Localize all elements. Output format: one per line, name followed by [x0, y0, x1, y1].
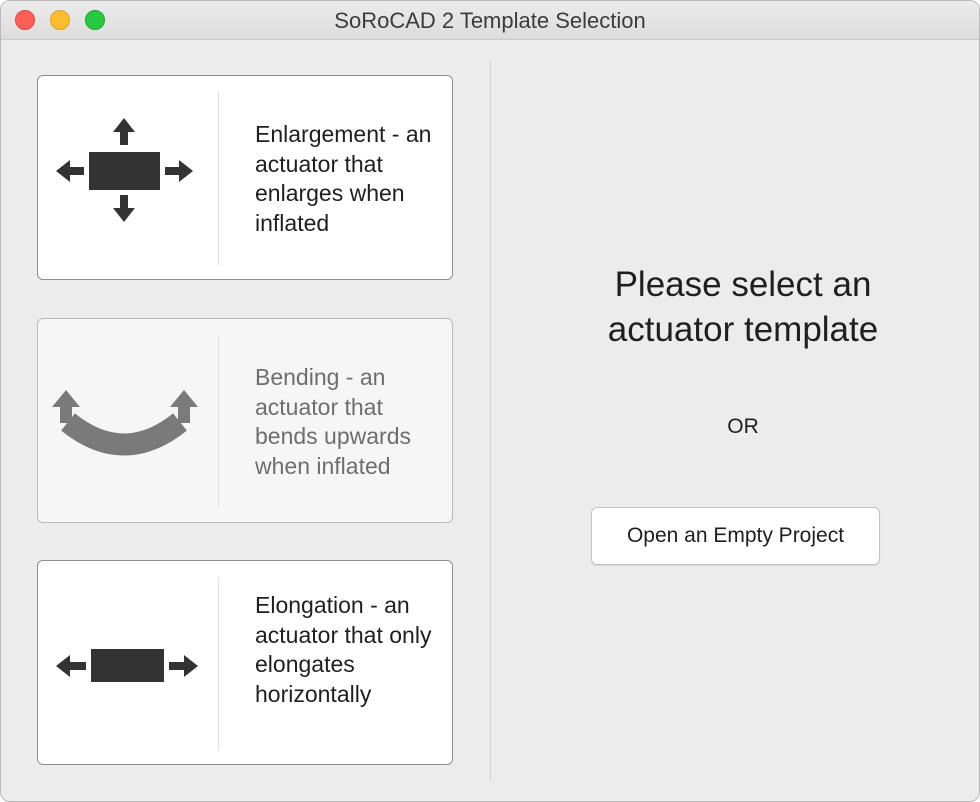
template-label-enlargement: Enlargement - an actuator that enlarges … — [255, 121, 432, 236]
template-card-enlargement[interactable]: Enlargement - an actuator that enlarges … — [37, 75, 453, 280]
or-separator-text: OR — [727, 415, 759, 438]
open-empty-project-button[interactable]: Open an Empty Project — [591, 507, 880, 565]
template-card-bending[interactable]: Bending - an actuator that bends upwards… — [37, 318, 453, 523]
card-divider — [218, 92, 219, 265]
template-label-bending: Bending - an actuator that bends upwards… — [255, 364, 411, 479]
template-card-elongation[interactable]: Elongation - an actuator that only elong… — [37, 560, 453, 765]
main-content: Enlargement - an actuator that enlarges … — [1, 40, 979, 801]
card-divider — [218, 577, 219, 750]
title-bar: SoRoCAD 2 Template Selection — [1, 1, 979, 40]
template-label-elongation: Elongation - an actuator that only elong… — [255, 592, 432, 707]
bending-arc-icon — [38, 319, 218, 522]
app-window: SoRoCAD 2 Template Selection Enlargement… — [0, 0, 980, 802]
select-template-prompt: Please select an actuator template — [607, 265, 879, 349]
window-title: SoRoCAD 2 Template Selection — [334, 8, 646, 33]
panel-divider — [490, 61, 491, 781]
enlarge-arrows-icon — [38, 76, 218, 279]
card-divider — [218, 335, 219, 508]
horizontal-arrows-icon — [38, 561, 218, 764]
